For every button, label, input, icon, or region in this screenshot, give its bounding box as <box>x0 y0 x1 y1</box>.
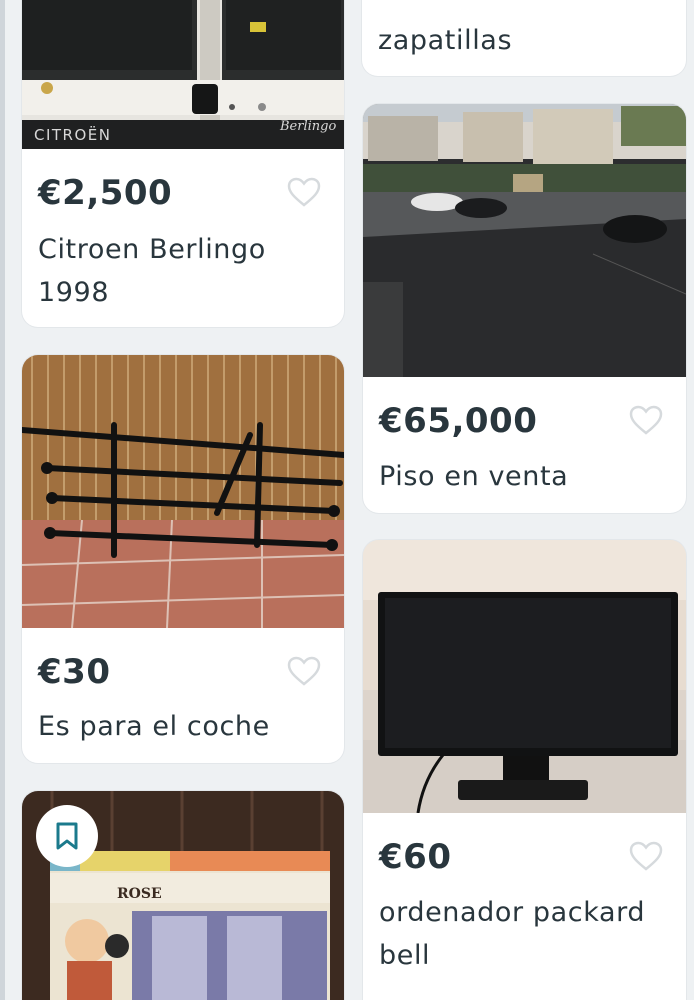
van-model-text: Berlingo <box>279 119 336 134</box>
listing-price: €60 <box>379 837 452 877</box>
scroll-edge <box>0 0 5 1000</box>
heart-outline-icon[interactable] <box>628 404 664 436</box>
listing-image-citroen[interactable]: CITROËN Berlingo <box>22 0 344 149</box>
game-card-text: ROSE <box>117 886 162 902</box>
listing-title: Citroen Berlingo 1998 <box>38 234 266 308</box>
listing-title: zapatillas <box>378 25 513 56</box>
listing-card-citroen[interactable]: CITROËN Berlingo €2,500 Citroen Berlingo… <box>22 0 344 327</box>
listing-card-rack[interactable]: €30 Es para el coche <box>22 355 344 763</box>
listing-card-zapatillas[interactable]: zapatillas <box>362 0 686 76</box>
listing-image-piso[interactable] <box>363 104 686 377</box>
heart-outline-icon[interactable] <box>628 840 664 872</box>
van-brand-text: CITROËN <box>34 125 112 144</box>
bookmark-icon[interactable] <box>36 805 98 867</box>
listing-image-rack[interactable] <box>22 355 344 628</box>
listing-price: €30 <box>38 652 111 692</box>
listing-title: ordenador packard bell <box>379 897 646 971</box>
listing-card-boardgame[interactable]: ROSE <box>22 791 344 1000</box>
listing-card-piso[interactable]: €65,000 Piso en venta <box>363 104 686 513</box>
listing-price: €2,500 <box>38 173 173 213</box>
listing-image-monitor[interactable] <box>363 540 686 813</box>
listing-title: Es para el coche <box>38 711 270 742</box>
heart-outline-icon[interactable] <box>286 655 322 687</box>
listing-card-monitor[interactable]: €60 ordenador packard bell <box>363 540 686 1000</box>
listing-price: €65,000 <box>379 401 538 441</box>
listing-title: Piso en venta <box>379 461 569 492</box>
heart-outline-icon[interactable] <box>286 176 322 208</box>
